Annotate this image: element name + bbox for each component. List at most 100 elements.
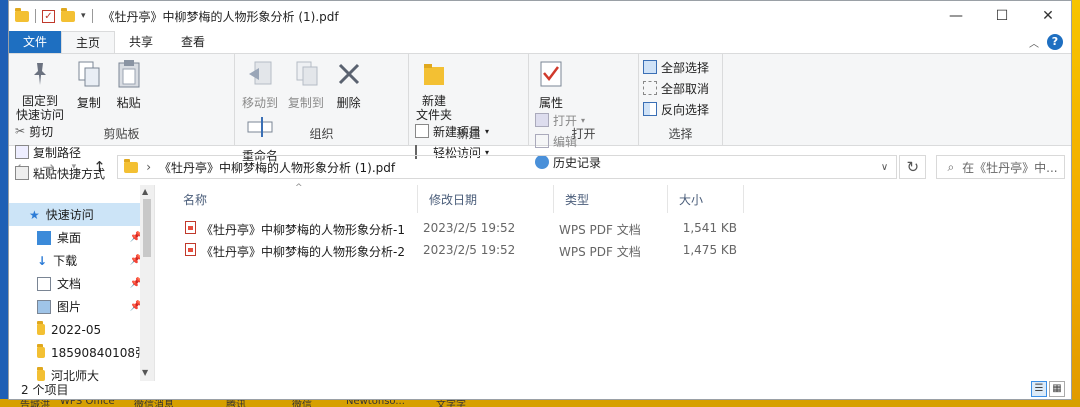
select-all-icon: [643, 60, 657, 74]
navigation-pane: ★ 快速访问 桌面 📌 ↓ 下载 📌 文档 📌 图片 📌 2022-05 185…: [9, 185, 155, 383]
copy-path-icon: [15, 145, 29, 159]
refresh-icon: ↻: [906, 158, 920, 176]
scroll-down-icon[interactable]: ▼: [142, 368, 148, 377]
paste-label: 粘贴: [116, 96, 141, 110]
view-buttons: ☰ ▦: [1031, 381, 1065, 397]
group-label-new: 新建: [456, 127, 481, 141]
select-none-icon: [643, 81, 657, 95]
copy-button[interactable]: 复制: [74, 58, 104, 111]
desktop-left-edge: [0, 0, 8, 407]
properties-button[interactable]: 属性: [536, 58, 566, 111]
copy-label: 复制: [76, 96, 101, 110]
address-bar[interactable]: › 《牡丹亭》中柳梦梅的人物形象分析 (1).pdf ∨: [117, 155, 898, 179]
nav-item-folder[interactable]: 2022-05: [9, 318, 154, 341]
ribbon-body: 固定到 快速访问 复制 粘贴 ✂ 剪切 复制路径 粘贴快捷方式 剪贴板 移动到 …: [9, 53, 1071, 181]
group-label-organize: 组织: [309, 127, 334, 141]
scroll-up-icon[interactable]: ▲: [142, 187, 148, 196]
pin-quick-access-button[interactable]: 固定到 快速访问: [16, 58, 64, 122]
address-path: 《牡丹亭》中柳梦梅的人物形象分析 (1).pdf: [159, 160, 396, 175]
taskbar-item[interactable]: 微信: [292, 399, 312, 407]
invert-selection-button[interactable]: 反向选择: [643, 100, 709, 118]
collapse-ribbon-icon[interactable]: ︿: [1029, 35, 1039, 50]
paste-shortcut-button[interactable]: 粘贴快捷方式: [15, 164, 105, 182]
move-to-button[interactable]: 移动到: [242, 58, 278, 111]
select-all-button[interactable]: 全部选择: [643, 58, 709, 76]
help-icon[interactable]: ?: [1047, 34, 1063, 50]
pdf-file-icon: [185, 221, 196, 234]
properties-icon: [536, 58, 566, 90]
star-icon: ★: [29, 207, 40, 222]
status-bar: 2 个项目 ☰ ▦: [9, 379, 1071, 399]
tab-share[interactable]: 共享: [115, 31, 167, 53]
column-type[interactable]: 类型: [559, 191, 589, 211]
new-folder-icon[interactable]: [61, 7, 75, 22]
group-clipboard: 固定到 快速访问 复制 粘贴 ✂ 剪切 复制路径 粘贴快捷方式 剪贴板: [9, 54, 235, 181]
nav-scrollbar[interactable]: ▲ ▼: [140, 185, 154, 381]
maximize-button[interactable]: ☐: [979, 1, 1025, 31]
scrollbar-thumb[interactable]: [143, 199, 151, 257]
taskbar-item[interactable]: 告城洪: [20, 399, 50, 407]
file-date: 2023/2/5 19:52: [423, 221, 516, 235]
move-to-icon: [245, 58, 275, 90]
search-icon: ⌕: [947, 159, 955, 174]
large-icons-view-icon[interactable]: ▦: [1049, 381, 1065, 397]
column-size[interactable]: 大小: [673, 191, 703, 211]
address-folder-icon: [124, 158, 139, 173]
folder-icon: [37, 321, 45, 335]
taskbar-item[interactable]: 微信消息: [134, 399, 174, 407]
minimize-button[interactable]: —: [933, 1, 979, 31]
nav-item-folder[interactable]: 18590840108张: [9, 341, 154, 364]
copy-to-icon: [291, 58, 321, 90]
copy-to-button[interactable]: 复制到: [288, 58, 324, 111]
file-date: 2023/2/5 19:52: [423, 243, 516, 257]
select-none-button[interactable]: 全部取消: [643, 79, 709, 97]
group-label-clipboard: 剪贴板: [103, 127, 140, 141]
tab-view[interactable]: 查看: [167, 31, 219, 53]
taskbar-item[interactable]: 文字字: [436, 399, 466, 407]
nav-item-desktop[interactable]: 桌面 📌: [9, 226, 154, 249]
close-button[interactable]: ✕: [1025, 1, 1071, 31]
taskbar-item[interactable]: WPS Office: [60, 399, 115, 407]
file-row[interactable]: 《牡丹亭》中柳梦梅的人物形象分析-1 2023/2/5 19:52 WPS PD…: [155, 217, 1071, 239]
taskbar-item[interactable]: 腾讯: [226, 399, 246, 407]
column-name[interactable]: 名称: [177, 191, 207, 211]
group-label-open: 打开: [571, 127, 596, 141]
delete-x-icon: [334, 58, 364, 90]
file-size: 1,541 KB: [682, 221, 737, 235]
nav-item-pictures[interactable]: 图片 📌: [9, 295, 154, 318]
group-select: 全部选择 全部取消 反向选择 选择: [639, 54, 723, 145]
paste-button[interactable]: 粘贴: [114, 58, 144, 111]
explorer-window: ✓ ▾ 《牡丹亭》中柳梦梅的人物形象分析 (1).pdf — ☐ ✕ 文件 主页…: [8, 0, 1072, 400]
invert-selection-icon: [643, 102, 657, 116]
nav-quick-access[interactable]: ★ 快速访问: [9, 203, 154, 226]
properties-check-icon[interactable]: ✓: [42, 9, 55, 23]
new-folder-button[interactable]: 新建 文件夹: [416, 58, 452, 122]
paste-icon: [114, 58, 144, 90]
sort-caret-icon: ^: [295, 183, 303, 193]
file-list: ^ 名称 修改日期 类型 大小 《牡丹亭》中柳梦梅的人物形象分析-1 2023/…: [155, 183, 1071, 381]
copy-icon: [74, 58, 104, 90]
tab-file[interactable]: 文件: [9, 31, 62, 53]
group-organize: 移动到 复制到 删除 重命名 组织: [235, 54, 409, 163]
qat-dropdown-icon[interactable]: ▾: [81, 11, 86, 21]
file-name: 《牡丹亭》中柳梦梅的人物形象分析-2: [201, 245, 405, 259]
details-view-icon[interactable]: ☰: [1031, 381, 1047, 397]
column-headers: ^ 名称 修改日期 类型 大小: [155, 183, 1071, 213]
desktop-icon: [37, 230, 51, 245]
nav-item-documents[interactable]: 文档 📌: [9, 272, 154, 295]
file-row[interactable]: 《牡丹亭》中柳梦梅的人物形象分析-2 2023/2/5 19:52 WPS PD…: [155, 239, 1071, 261]
file-name: 《牡丹亭》中柳梦梅的人物形象分析-1: [201, 223, 405, 237]
address-dropdown-icon[interactable]: ∨: [881, 162, 888, 173]
file-type: WPS PDF 文档: [559, 223, 641, 237]
refresh-button[interactable]: ↻: [899, 155, 927, 179]
column-date[interactable]: 修改日期: [423, 191, 477, 211]
search-input[interactable]: ⌕ 在《牡丹亭》中...: [936, 155, 1066, 179]
file-size: 1,475 KB: [682, 243, 737, 257]
copy-path-button[interactable]: 复制路径: [15, 143, 105, 161]
paste-shortcut-icon: [15, 166, 29, 180]
nav-item-downloads[interactable]: ↓ 下载 📌: [9, 249, 154, 272]
breadcrumb-chevron-icon[interactable]: ›: [146, 160, 151, 174]
delete-button[interactable]: 删除: [334, 58, 364, 111]
tab-home[interactable]: 主页: [61, 31, 116, 53]
taskbar-item[interactable]: Newtonso...: [346, 399, 405, 407]
